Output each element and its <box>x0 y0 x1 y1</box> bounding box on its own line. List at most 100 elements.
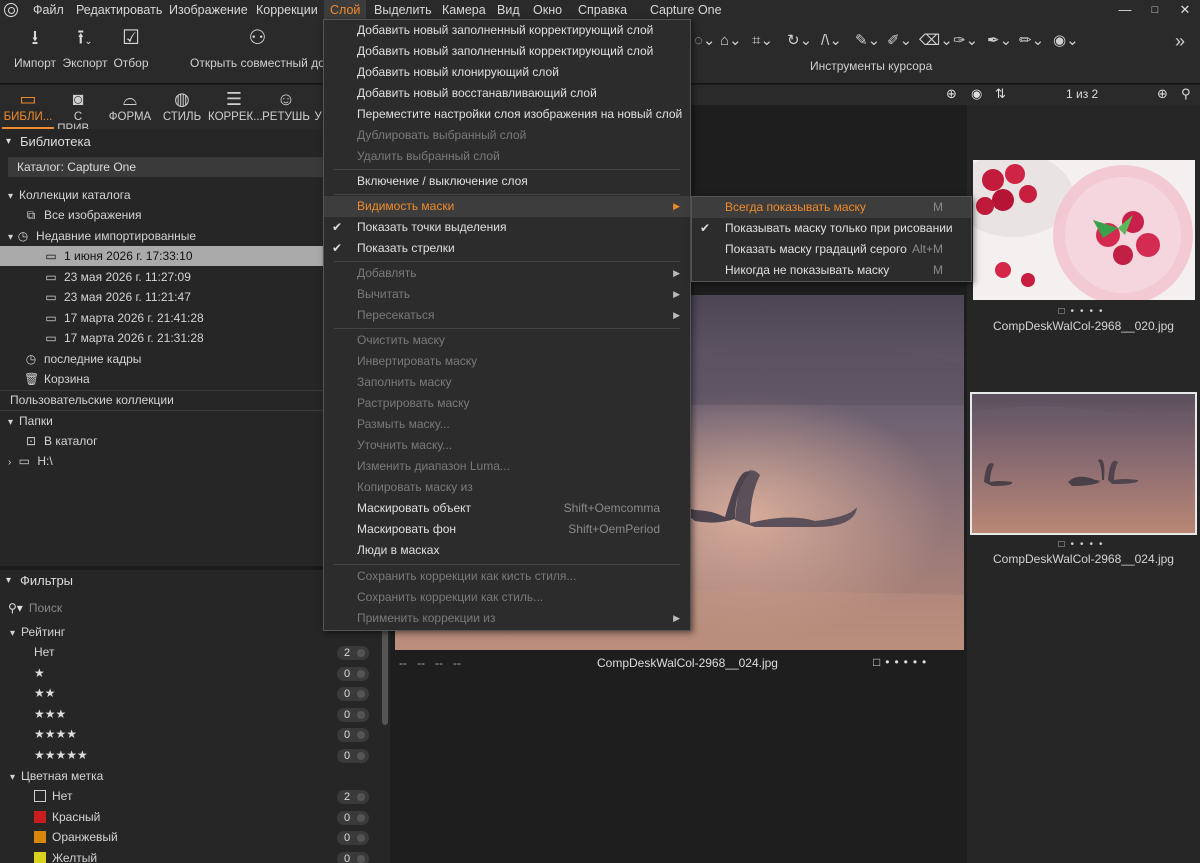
close-button[interactable]: ✕ <box>1170 0 1200 20</box>
menu-item-add-heal-layer[interactable]: Добавить новый восстанавливающий слой <box>324 83 690 104</box>
menu-item-add-filled-adjustment-layer[interactable]: Добавить новый заполненный корректирующи… <box>324 20 690 41</box>
menu-item-mask-visibility[interactable]: Видимость маски ▶ <box>324 196 690 217</box>
rating-filter-row[interactable]: ★★ <box>0 683 56 703</box>
menu-select[interactable]: Выделить <box>368 0 438 20</box>
thumbnail-selected[interactable] <box>970 392 1197 535</box>
menu-adjustments[interactable]: Коррекции <box>250 0 324 20</box>
trash-row[interactable]: 🗑 Корзина <box>0 369 90 389</box>
rotate-tool-icon[interactable]: ↻⌄ <box>787 31 812 53</box>
tab-capture[interactable]: ◙С ПРИВ... <box>52 85 104 135</box>
menu-view[interactable]: Вид <box>491 0 526 20</box>
rating-filter-row[interactable]: ★ <box>0 663 45 683</box>
rating-section[interactable]: ▾ Рейтинг <box>0 622 65 642</box>
in-catalog-row[interactable]: ⊡ В каталог <box>0 431 98 451</box>
color-label-section[interactable]: ▾ Цветная метка <box>0 766 103 786</box>
keystone-tool-icon[interactable]: /\⌄ <box>821 31 842 53</box>
shared-album-button[interactable]: ⚇ Открыть совместный дост <box>190 26 325 70</box>
menu-edit[interactable]: Редактировать <box>70 0 168 20</box>
pan-tool-icon[interactable]: ◌⌄ <box>694 31 715 53</box>
menu-camera[interactable]: Камера <box>436 0 492 20</box>
menu-item-show-selection-points[interactable]: ✔ Показать точки выделения <box>324 217 690 238</box>
rating-filter-row[interactable]: ★★★★ <box>0 724 77 744</box>
tab-style[interactable]: ◍ СТИЛЬ <box>156 85 208 129</box>
rating-filter-row[interactable]: Нет <box>0 642 54 662</box>
import-row[interactable]: ▭ 23 мая 2026 г. 11:21:47 <box>0 287 191 307</box>
drive-row[interactable]: › ▭ H:\ <box>0 451 53 471</box>
menu-item-always-show-mask[interactable]: Всегда показывать маску M <box>692 197 971 218</box>
tab-shape[interactable]: ⌓ ФОРМА <box>104 85 156 129</box>
menu-item-mask-subject[interactable]: Маскировать объект Shift+Oemcomma <box>324 498 690 519</box>
menu-capture-one[interactable]: Capture One <box>644 0 728 20</box>
export-button[interactable]: ⭱⌄ Экспорт <box>62 26 108 70</box>
minimize-button[interactable]: — <box>1110 0 1140 20</box>
erase-tool-icon[interactable]: ⌫⌄ <box>919 31 953 53</box>
menu-image[interactable]: Изображение <box>163 0 254 20</box>
tab-adjustments[interactable]: ☰ КОРРЕК... <box>208 85 263 129</box>
images-icon: ⧉ <box>26 208 36 222</box>
menu-layer[interactable]: Слой <box>324 0 367 20</box>
menu-item-toggle-layer[interactable]: Включение / выключение слоя <box>324 171 690 192</box>
import-row[interactable]: ▭ 23 мая 2026 г. 11:27:09 <box>0 267 191 287</box>
user-collections-row[interactable]: Пользовательские коллекции <box>0 390 174 410</box>
menu-file[interactable]: Файл <box>27 0 70 20</box>
annotate-tool-icon[interactable]: ✏⌄ <box>1019 31 1044 53</box>
library-header[interactable]: ▾ Библиотека <box>0 130 323 154</box>
pick-tool-icon[interactable]: ✒⌄ <box>987 31 1012 53</box>
select-button[interactable]: ☑ Отбор <box>112 26 150 70</box>
import-row[interactable]: ▭ 17 марта 2026 г. 21:41:28 <box>0 308 203 328</box>
search-icon: ⚲▾ <box>8 601 23 615</box>
recent-captures-row[interactable]: ◷ последние кадры <box>0 349 142 369</box>
menu-item-add-clone-layer[interactable]: Добавить новый клонирующий слой <box>324 62 690 83</box>
rating-dots[interactable]: □•••• <box>967 539 1200 550</box>
filter-search-input[interactable]: ⚲▾ Поиск <box>8 599 323 617</box>
menu-item-show-grayscale-mask[interactable]: Показать маску градаций серого Alt+M <box>692 239 971 260</box>
tab-retouch[interactable]: ☺ РЕТУШЬ <box>260 85 312 129</box>
camera-tool-icon[interactable]: ⌂⌄ <box>720 31 742 53</box>
crop-tool-icon[interactable]: ⌗⌄ <box>752 31 773 53</box>
import-label: 23 мая 2026 г. 11:27:09 <box>64 270 191 284</box>
color-filter-row[interactable]: Желтый <box>0 848 97 863</box>
zoom-icon[interactable]: ⊕ <box>1157 86 1168 102</box>
rating-filter-row[interactable]: ★★★★★ <box>0 745 88 765</box>
color-picker-tool-icon[interactable]: ◉⌄ <box>1053 31 1079 53</box>
menu-item-show-arrows[interactable]: ✔ Показать стрелки <box>324 238 690 259</box>
eye-icon[interactable]: ◉ <box>971 86 982 102</box>
filters-header[interactable]: ▾ Фильтры <box>0 569 323 593</box>
rating-dots[interactable]: □••••• <box>873 655 931 669</box>
folders-row[interactable]: ▾ Папки <box>0 411 53 431</box>
thumbnail[interactable] <box>973 160 1195 300</box>
menu-item-never-show-mask[interactable]: Никогда не показывать маску M <box>692 260 971 281</box>
all-images-row[interactable]: ⧉ Все изображения <box>0 205 142 225</box>
menu-item-mask-background[interactable]: Маскировать фон Shift+OemPeriod <box>324 519 690 540</box>
brush-tool-icon[interactable]: ✎⌄ <box>855 31 880 53</box>
menu-item-move-settings-to-new-layer[interactable]: Переместите настройки слоя изображения н… <box>324 104 690 125</box>
recent-imports-row[interactable]: ▾ ◷ Недавние импортированные <box>0 226 196 246</box>
sort-icon[interactable]: ⇅ <box>995 86 1006 102</box>
search-icon[interactable]: ⚲ <box>1181 86 1191 102</box>
count-badge: 0 <box>337 728 369 742</box>
menu-item-show-mask-while-drawing[interactable]: ✔ Показывать маску только при рисовании <box>692 218 971 239</box>
import-button[interactable]: ⭳ Импорт <box>12 26 58 70</box>
menu-item-people-masks[interactable]: Люди в масках <box>324 540 690 561</box>
menu-item-add-filled-adjustment-layer-2[interactable]: Добавить новый заполненный корректирующи… <box>324 41 690 62</box>
heal-tool-icon[interactable]: ✐⌄ <box>887 31 912 53</box>
catalog-selector[interactable]: Каталог: Capture One <box>8 157 323 177</box>
color-filter-row[interactable]: Оранжевый <box>0 827 118 847</box>
menu-item-edit-luma-range: Изменить диапазон Luma... <box>324 456 690 477</box>
rating-filter-row[interactable]: ★★★ <box>0 704 66 724</box>
zoom-icon[interactable]: ⊕ <box>946 86 957 102</box>
toolbar-overflow-icon[interactable]: » <box>1175 31 1185 53</box>
menu-window[interactable]: Окно <box>527 0 568 20</box>
count-badge: 0 <box>337 811 369 825</box>
catalog-collections-row[interactable]: ▾ Коллекции каталога <box>0 185 131 205</box>
tab-library[interactable]: ▭ БИБЛИ... <box>2 85 54 129</box>
menu-help[interactable]: Справка <box>572 0 633 20</box>
menu-item-label: Никогда не показывать маску <box>725 263 890 277</box>
maximize-button[interactable]: □ <box>1140 0 1170 20</box>
color-filter-row[interactable]: Красный <box>0 807 100 827</box>
import-row[interactable]: ▭ 1 июня 2026 г. 17:33:10 <box>0 246 323 266</box>
rating-dots[interactable]: □•••• <box>967 306 1200 317</box>
gradient-tool-icon[interactable]: ✑⌄ <box>953 31 978 53</box>
import-row[interactable]: ▭ 17 марта 2026 г. 21:31:28 <box>0 328 203 348</box>
color-filter-row[interactable]: Нет <box>0 786 72 806</box>
